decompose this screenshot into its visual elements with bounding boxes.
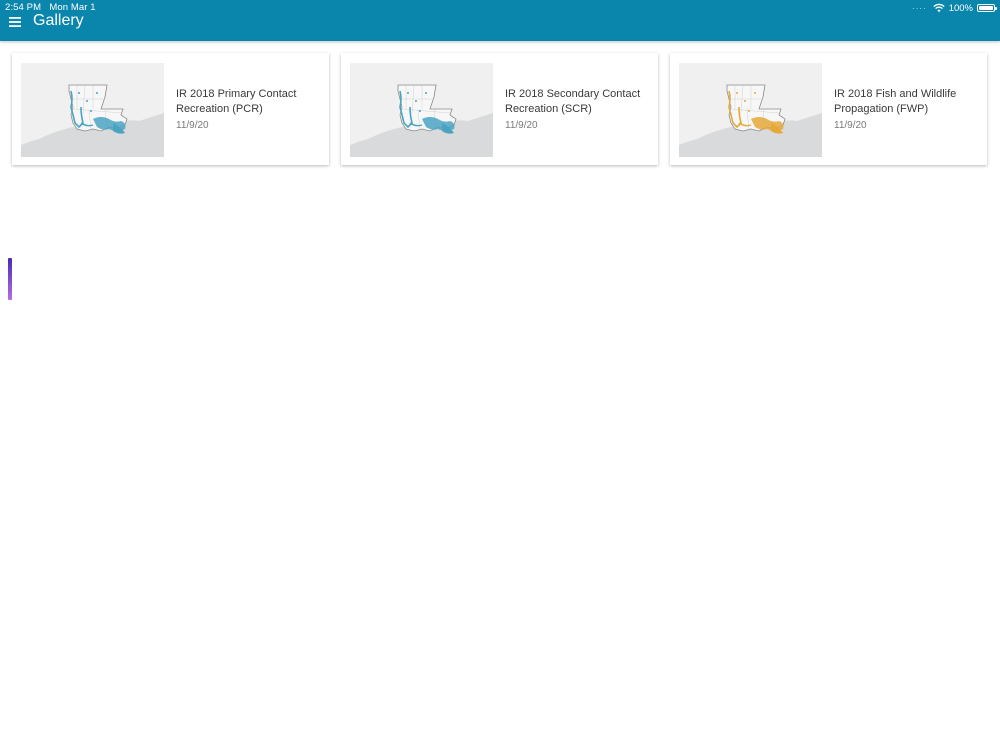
louisiana-map-thumbnail	[21, 63, 164, 157]
battery-icon	[977, 4, 997, 12]
card-text: IR 2018 Secondary Contact Recreation (SC…	[505, 87, 651, 131]
card-title: IR 2018 Fish and Wildlife Propagation (F…	[834, 88, 957, 115]
card-text: IR 2018 Fish and Wildlife Propagation (F…	[834, 87, 980, 131]
signal-dots-icon: ····	[912, 3, 927, 13]
edge-drag-indicator[interactable]	[8, 258, 12, 300]
gallery-card[interactable]: IR 2018 Primary Contact Recreation (PCR)…	[12, 53, 329, 165]
menu-button[interactable]	[6, 13, 23, 30]
card-text: IR 2018 Primary Contact Recreation (PCR)…	[176, 87, 322, 131]
wifi-icon	[933, 3, 945, 13]
card-date: 11/9/20	[176, 120, 209, 131]
card-title: IR 2018 Primary Contact Recreation (PCR)	[176, 88, 297, 115]
battery-fill	[979, 6, 993, 10]
battery-percent: 100%	[948, 2, 973, 14]
card-title: IR 2018 Secondary Contact Recreation (SC…	[505, 88, 641, 115]
card-date: 11/9/20	[834, 120, 867, 131]
battery-nub	[995, 7, 997, 10]
louisiana-map-thumbnail	[679, 63, 822, 157]
gallery-grid: IR 2018 Primary Contact Recreation (PCR)…	[12, 53, 989, 165]
hamburger-menu-icon	[8, 16, 21, 27]
louisiana-map-thumbnail	[350, 63, 493, 157]
status-indicators: ···· 100%	[912, 2, 997, 14]
page-title: Gallery	[33, 12, 84, 29]
gallery-card[interactable]: IR 2018 Fish and Wildlife Propagation (F…	[670, 53, 987, 165]
gallery-card[interactable]: IR 2018 Secondary Contact Recreation (SC…	[341, 53, 658, 165]
app-header: 2:54 PM Mon Mar 1 ···· 100% Gallery	[0, 0, 1000, 41]
card-date: 11/9/20	[505, 120, 538, 131]
